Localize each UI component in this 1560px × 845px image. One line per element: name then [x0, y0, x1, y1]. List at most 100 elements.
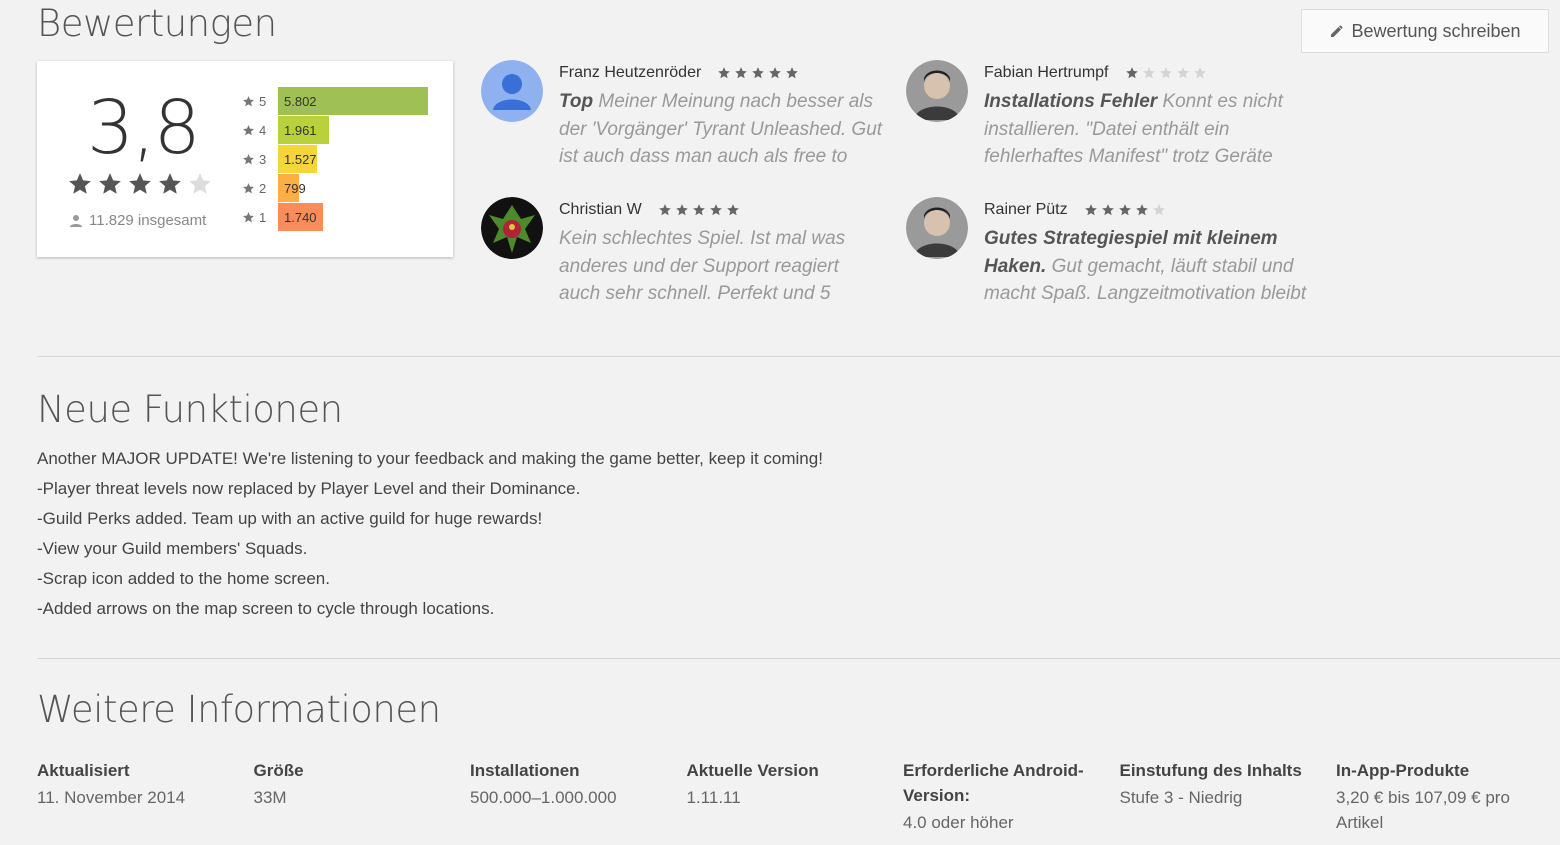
histogram-star-count: 1 — [259, 209, 267, 225]
histogram-star-count: 5 — [259, 93, 267, 109]
histogram-bar: 1.527 — [278, 145, 317, 173]
changelog-line: Another MAJOR UPDATE! We're listening to… — [37, 449, 823, 468]
review-body: Meiner Meinung nach besser als der 'Vorg… — [559, 91, 883, 167]
reviewer-name[interactable]: Rainer Pütz — [984, 201, 1068, 219]
info-label: In-App-Produkte — [1336, 761, 1470, 780]
histogram-star-count: 2 — [259, 180, 267, 196]
info-item: Größe 33M — [254, 758, 444, 810]
star-icon — [159, 173, 181, 194]
info-item: Aktualisiert 11. November 2014 — [37, 758, 227, 810]
review-text[interactable]: Gutes Strategiespiel mit kleinem Haken. … — [984, 225, 1309, 308]
star-icon — [1101, 204, 1114, 216]
info-value: Stufe 3 - Niedrig — [1119, 788, 1243, 807]
more-info-title: Weitere Informationen — [37, 688, 441, 731]
review-stars — [658, 203, 743, 217]
star-icon — [243, 153, 254, 164]
histogram-bar: 799 — [278, 174, 306, 202]
default-user-avatar-icon — [481, 60, 543, 122]
star-icon — [1142, 67, 1155, 79]
review-stars — [1125, 66, 1210, 80]
star-icon — [69, 173, 91, 194]
creature-avatar-icon — [481, 197, 543, 259]
changelog-line: -View your Guild members' Squads. — [37, 539, 308, 558]
info-label: Aktuelle Version — [686, 761, 819, 780]
star-icon — [786, 67, 799, 79]
star-icon — [1159, 67, 1172, 79]
ratings-title: Bewertungen — [37, 2, 277, 45]
star-icon — [1135, 204, 1148, 216]
star-icon — [735, 67, 748, 79]
review-text[interactable]: Kein schlechtes Spiel. Ist mal was ander… — [559, 225, 884, 308]
review-title: Top — [559, 91, 594, 112]
total-ratings-text: 11.829 insgesamt — [89, 212, 207, 229]
histogram-label: 4 — [242, 123, 270, 138]
info-item: In-App-Produkte 3,20 € bis 107,09 € pro A… — [1336, 758, 1526, 835]
changelog-line: -Guild Perks added. Team up with an acti… — [37, 509, 543, 528]
info-label: Erforderliche Android-Version: — [903, 761, 1084, 805]
info-value: 33M — [253, 788, 287, 807]
section-divider — [37, 658, 1560, 659]
changelog-line: -Player threat levels now replaced by Pl… — [37, 479, 581, 498]
histogram-row: 2 799 — [242, 174, 306, 202]
info-item: Aktuelle Version 1.11.11 — [687, 758, 877, 810]
total-ratings: 11.829 insgesamt — [69, 212, 206, 229]
star-icon — [1193, 67, 1206, 79]
review-stars — [1084, 203, 1169, 217]
star-icon — [726, 204, 739, 216]
write-review-label: Bewertung schreiben — [1351, 20, 1521, 41]
histogram-label: 2 — [242, 181, 270, 196]
rating-summary-card: 3,8 11.829 insgesamt 5 5.802 4 1.961 3 1.527 2… — [37, 61, 453, 257]
whats-new-list: Another MAJOR UPDATE! We're listening to… — [37, 444, 823, 624]
info-item: Einstufung des Inhalts Stufe 3 - Niedrig — [1120, 758, 1310, 810]
average-score: 3,8 — [87, 85, 201, 171]
star-icon — [718, 67, 731, 79]
star-icon — [1152, 204, 1165, 216]
star-icon — [769, 67, 782, 79]
star-icon — [189, 173, 211, 194]
reviewer-name[interactable]: Christian W — [559, 201, 642, 219]
star-icon — [1125, 67, 1138, 79]
star-icon — [243, 211, 254, 222]
histogram-bar: 1.740 — [278, 203, 323, 231]
histogram-bar: 5.802 — [278, 87, 428, 115]
review-text[interactable]: Installations Fehler Konnt es nicht inst… — [984, 88, 1309, 171]
review-stars — [717, 66, 802, 80]
info-label: Einstufung des Inhalts — [1119, 761, 1302, 780]
section-divider — [37, 356, 1560, 357]
info-value: 11. November 2014 — [37, 788, 186, 807]
write-review-button[interactable]: Bewertung schreiben — [1301, 9, 1549, 53]
info-value: 1.11.11 — [686, 788, 741, 807]
star-icon — [658, 204, 671, 216]
pencil-icon — [1331, 25, 1343, 37]
info-item: Erforderliche Android-Version: 4.0 oder h… — [903, 758, 1093, 835]
info-item: Installationen 500.000–1.000.000 — [470, 758, 660, 810]
histogram-row: 4 1.961 — [242, 116, 329, 144]
star-icon — [129, 173, 151, 194]
histogram-star-count: 3 — [259, 151, 267, 167]
info-label: Größe — [253, 761, 304, 780]
star-icon — [243, 182, 254, 193]
star-icon — [1084, 204, 1097, 216]
histogram-label: 1 — [242, 210, 270, 225]
whats-new-title: Neue Funktionen — [37, 388, 343, 431]
info-label: Aktualisiert — [37, 761, 130, 780]
histogram-bar: 1.961 — [278, 116, 329, 144]
star-icon — [752, 67, 765, 79]
star-icon — [243, 95, 254, 106]
histogram-star-count: 4 — [259, 122, 267, 138]
histogram-row: 1 1.740 — [242, 203, 323, 231]
review-text[interactable]: Top Meiner Meinung nach besser als der '… — [559, 88, 884, 171]
star-icon — [1118, 204, 1131, 216]
changelog-line: -Added arrows on the map screen to cycle… — [37, 599, 495, 618]
star-icon — [675, 204, 688, 216]
star-icon — [709, 204, 722, 216]
info-label: Installationen — [470, 761, 580, 780]
histogram-row: 3 1.527 — [242, 145, 317, 173]
photo-avatar-icon — [906, 60, 968, 122]
info-value: 4.0 oder höher — [903, 813, 1014, 832]
review-title: Installations Fehler — [984, 91, 1158, 112]
histogram-label: 3 — [242, 152, 270, 167]
star-icon — [692, 204, 705, 216]
reviewer-name[interactable]: Franz Heutzenröder — [559, 64, 701, 82]
reviewer-name[interactable]: Fabian Hertrumpf — [984, 64, 1109, 82]
